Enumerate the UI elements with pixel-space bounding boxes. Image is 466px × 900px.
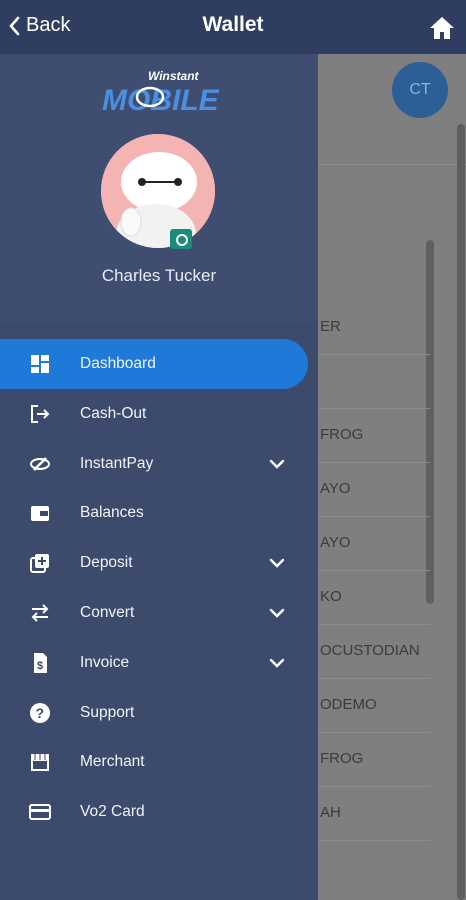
list-item[interactable]: FROG [318,732,430,787]
menu-item-support[interactable]: ? Support [0,688,308,738]
menu-item-label: Cash-Out [80,404,147,422]
card-icon [29,804,51,821]
profile-avatar[interactable] [101,134,215,248]
list-item[interactable]: AYO [318,516,430,571]
instantpay-icon [30,456,50,471]
list-item[interactable]: AH [318,786,430,841]
list-item[interactable]: ODEMO [318,678,430,733]
menu-item-convert[interactable]: Convert [0,588,308,638]
scrollbar[interactable] [457,124,465,900]
page-title: Wallet [202,13,264,36]
background-content: CT ER FROG AYO AYO KO OCUSTODIAN ODEMO FROG AH [318,54,466,900]
camera-icon[interactable] [170,229,192,249]
svg-text:Winstant: Winstant [148,69,200,83]
navigation-drawer: Winstant MOBILE Charles Tucker Dashboard… [0,54,318,900]
menu-item-label: InstantPay [80,454,154,472]
menu-item-instantpay[interactable]: InstantPay [0,439,308,489]
invoice-icon: $ [34,652,47,673]
avatar-image [101,134,215,248]
wallet-icon [31,506,49,522]
svg-text:$: $ [37,660,43,672]
chevron-down-icon[interactable] [268,654,286,672]
list-item[interactable]: KO [318,570,430,625]
menu-item-label: Balances [80,504,144,522]
svg-text:?: ? [36,705,45,721]
menu-item-label: Deposit [80,554,133,572]
menu-item-label: Vo2 Card [80,803,145,821]
profile-name: Charles Tucker [101,266,217,285]
help-icon: ? [30,702,50,723]
chevron-down-icon[interactable] [268,554,286,572]
list-item[interactable]: FROG [318,408,430,463]
drawer-menu: Dashboard Cash-Out InstantPay Balances Depos… [0,322,318,900]
menu-item-label: Convert [80,604,135,621]
menu-item-dashboard[interactable]: Dashboard [0,339,308,389]
chevron-down-icon[interactable] [268,455,286,473]
divider [318,164,466,165]
convert-icon [31,604,49,622]
list-item[interactable]: ER [318,300,430,355]
list-item[interactable]: AYO [318,462,430,517]
chevron-down-icon[interactable] [268,604,286,622]
dashboard-icon [31,355,49,373]
menu-item-label: Dashboard [80,355,156,372]
cash-out-icon [31,404,50,423]
avatar[interactable]: CT [392,62,448,118]
list-item[interactable]: OCUSTODIAN [318,624,430,679]
deposit-icon [30,554,49,574]
menu-item-label: Merchant [80,753,145,771]
home-icon[interactable] [428,14,456,42]
brand-logo: Winstant MOBILE [102,69,220,116]
store-icon [31,754,49,772]
menu-item-label: Support [80,703,135,721]
menu-item-balances[interactable]: Balances [0,488,308,538]
list-item[interactable] [318,354,430,409]
menu-item-invoice[interactable]: $ Invoice [0,638,308,688]
menu-item-label: Invoice [80,653,130,671]
menu-item-merchant[interactable]: Merchant [0,737,308,787]
svg-text:MOBILE: MOBILE [102,84,220,116]
menu-item-deposit[interactable]: Deposit [0,538,308,588]
menu-item-cash-out[interactable]: Cash-Out [0,389,308,439]
menu-item-vo2-card[interactable]: Vo2 Card [0,787,308,837]
app-header: Back Wallet [0,0,466,54]
